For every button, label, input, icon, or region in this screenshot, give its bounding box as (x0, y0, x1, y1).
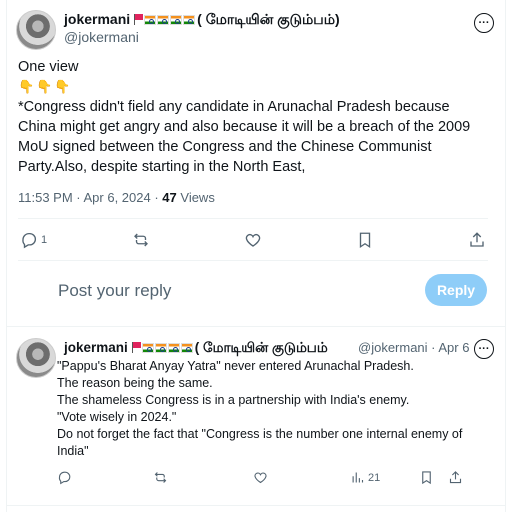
repost-icon (154, 472, 167, 483)
bookmark-icon (422, 471, 431, 485)
tweet-body-1: *Congress didn't field any candidate in … (18, 99, 450, 115)
reply-author-handle[interactable]: @jokermani · Apr 6 (358, 340, 469, 355)
heart-icon (245, 233, 261, 247)
pointing-down-emoji: 👇👇👇 (18, 79, 73, 94)
author-handle[interactable]: @jokermani (64, 29, 139, 45)
share-action[interactable] (448, 470, 463, 485)
like-action[interactable] (244, 231, 262, 249)
repost-action[interactable] (132, 231, 150, 249)
reply-action[interactable]: 1 (20, 231, 47, 249)
tweet-timestamp[interactable]: 11:53 PM · Apr 6, 2024 · 47 Views (18, 190, 215, 205)
tweet-body-3: MoU signed between the Congress and the … (18, 139, 432, 155)
views-action[interactable]: 21 (350, 470, 380, 485)
reply-body-6: India" (57, 444, 89, 458)
reply-icon (22, 232, 36, 249)
divider (7, 326, 505, 327)
reply-body-1: "Pappu's Bharat Anyay Yatra" never enter… (57, 359, 414, 373)
repost-action[interactable] (153, 470, 168, 485)
avatar[interactable] (16, 338, 56, 378)
bookmark-action[interactable] (356, 231, 374, 249)
repost-icon (134, 233, 148, 247)
tweet-body-2: China might get angry and also because i… (18, 119, 471, 135)
author-name[interactable]: jokermani( மோடியின் குடும்பம்) (64, 11, 340, 30)
more-options-icon[interactable]: ··· (474, 339, 494, 359)
heart-icon (254, 472, 267, 484)
flag-emojis (131, 342, 193, 353)
reply-count: 1 (41, 234, 48, 246)
reply-icon (58, 471, 71, 485)
reply-body-5: Do not forget the fact that "Congress is… (57, 427, 463, 441)
share-icon (449, 471, 462, 484)
reply-action[interactable] (57, 470, 72, 485)
reply-body-3: The shameless Congress is in a partnersh… (57, 393, 410, 407)
divider (18, 260, 488, 261)
flag-emojis (133, 14, 196, 25)
tweet-line-1: One view (18, 59, 79, 75)
share-icon (470, 232, 484, 247)
views-count: 21 (368, 471, 381, 484)
reply-button[interactable]: Reply (425, 274, 487, 306)
divider (18, 218, 488, 219)
tweet-body-4: Party.Also, despite starting in the Nort… (18, 159, 306, 175)
reply-body-4: "Vote wisely in 2024." (57, 410, 177, 424)
reply-body-2: The reason being the same. (57, 376, 213, 390)
reply-input[interactable]: Post your reply (58, 281, 171, 301)
divider (7, 505, 505, 506)
reply-author-name[interactable]: jokermani( மோடியின் குடும்பம் (64, 340, 328, 358)
bookmark-action[interactable] (419, 470, 434, 485)
views-icon (352, 472, 364, 483)
more-options-icon[interactable]: ··· (474, 13, 494, 33)
avatar[interactable] (16, 10, 56, 50)
bookmark-icon (359, 232, 371, 249)
share-action[interactable] (468, 231, 486, 249)
like-action[interactable] (253, 470, 268, 485)
